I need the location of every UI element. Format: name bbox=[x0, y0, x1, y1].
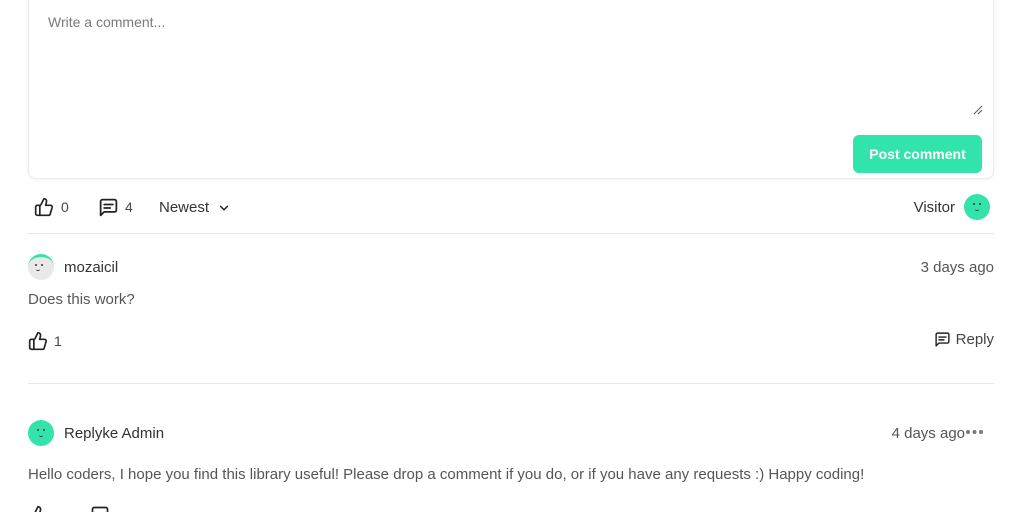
comment-timestamp: 4 days ago bbox=[891, 424, 965, 442]
comment-body: Does this work? bbox=[28, 291, 135, 308]
message-square-icon bbox=[99, 198, 118, 216]
sort-label: Newest bbox=[159, 198, 210, 216]
comment-like-button[interactable] bbox=[28, 505, 48, 512]
comment-actions bbox=[28, 505, 994, 512]
avatar[interactable] bbox=[28, 420, 54, 446]
comment-replies-button[interactable] bbox=[90, 505, 110, 512]
comment-body: Hello coders, I hope you find this libra… bbox=[28, 466, 865, 483]
comment-timestamp: 3 days ago bbox=[920, 258, 994, 276]
comments-count-button[interactable]: 4 bbox=[98, 190, 133, 224]
thumbs-up-icon bbox=[34, 505, 42, 512]
comments-section: Post comment 0 4 Newest Visitor bbox=[0, 0, 1024, 512]
comment-like-button[interactable]: 1 bbox=[28, 331, 62, 351]
comment-input[interactable] bbox=[37, 1, 985, 120]
divider bbox=[28, 383, 994, 384]
thumbs-up-icon bbox=[28, 331, 47, 351]
avatar bbox=[964, 194, 990, 220]
comment-actions: 1 Reply bbox=[28, 331, 994, 355]
comments-toolbar: 0 4 Newest Visitor bbox=[28, 190, 994, 224]
current-user-name: Visitor bbox=[913, 198, 955, 216]
message-square-icon bbox=[935, 332, 950, 347]
likes-count: 0 bbox=[61, 199, 69, 215]
reply-button[interactable]: Reply bbox=[934, 331, 994, 348]
comment-composer: Post comment bbox=[28, 0, 994, 179]
current-user[interactable]: Visitor bbox=[914, 190, 990, 224]
comment-header: mozaicil 3 days ago bbox=[28, 253, 994, 281]
comments-count: 4 bbox=[125, 199, 133, 215]
reply-label: Reply bbox=[955, 331, 994, 348]
message-square-icon bbox=[91, 506, 109, 512]
sort-dropdown[interactable]: Newest bbox=[159, 190, 231, 224]
post-comment-button[interactable]: Post comment bbox=[853, 135, 982, 173]
divider bbox=[28, 233, 994, 234]
comment-author[interactable]: mozaicil bbox=[64, 259, 118, 276]
avatar[interactable] bbox=[28, 254, 54, 280]
chevron-down-icon bbox=[219, 205, 229, 211]
comment-author[interactable]: Replyke Admin bbox=[64, 425, 164, 442]
resize-handle-icon[interactable] bbox=[971, 103, 983, 115]
comment-header: Replyke Admin 4 days ago bbox=[28, 419, 994, 447]
more-horizontal-icon[interactable] bbox=[965, 429, 984, 435]
like-button[interactable]: 0 bbox=[34, 190, 69, 224]
thumbs-up-icon bbox=[34, 197, 53, 217]
comment-likes-count: 1 bbox=[54, 333, 62, 349]
